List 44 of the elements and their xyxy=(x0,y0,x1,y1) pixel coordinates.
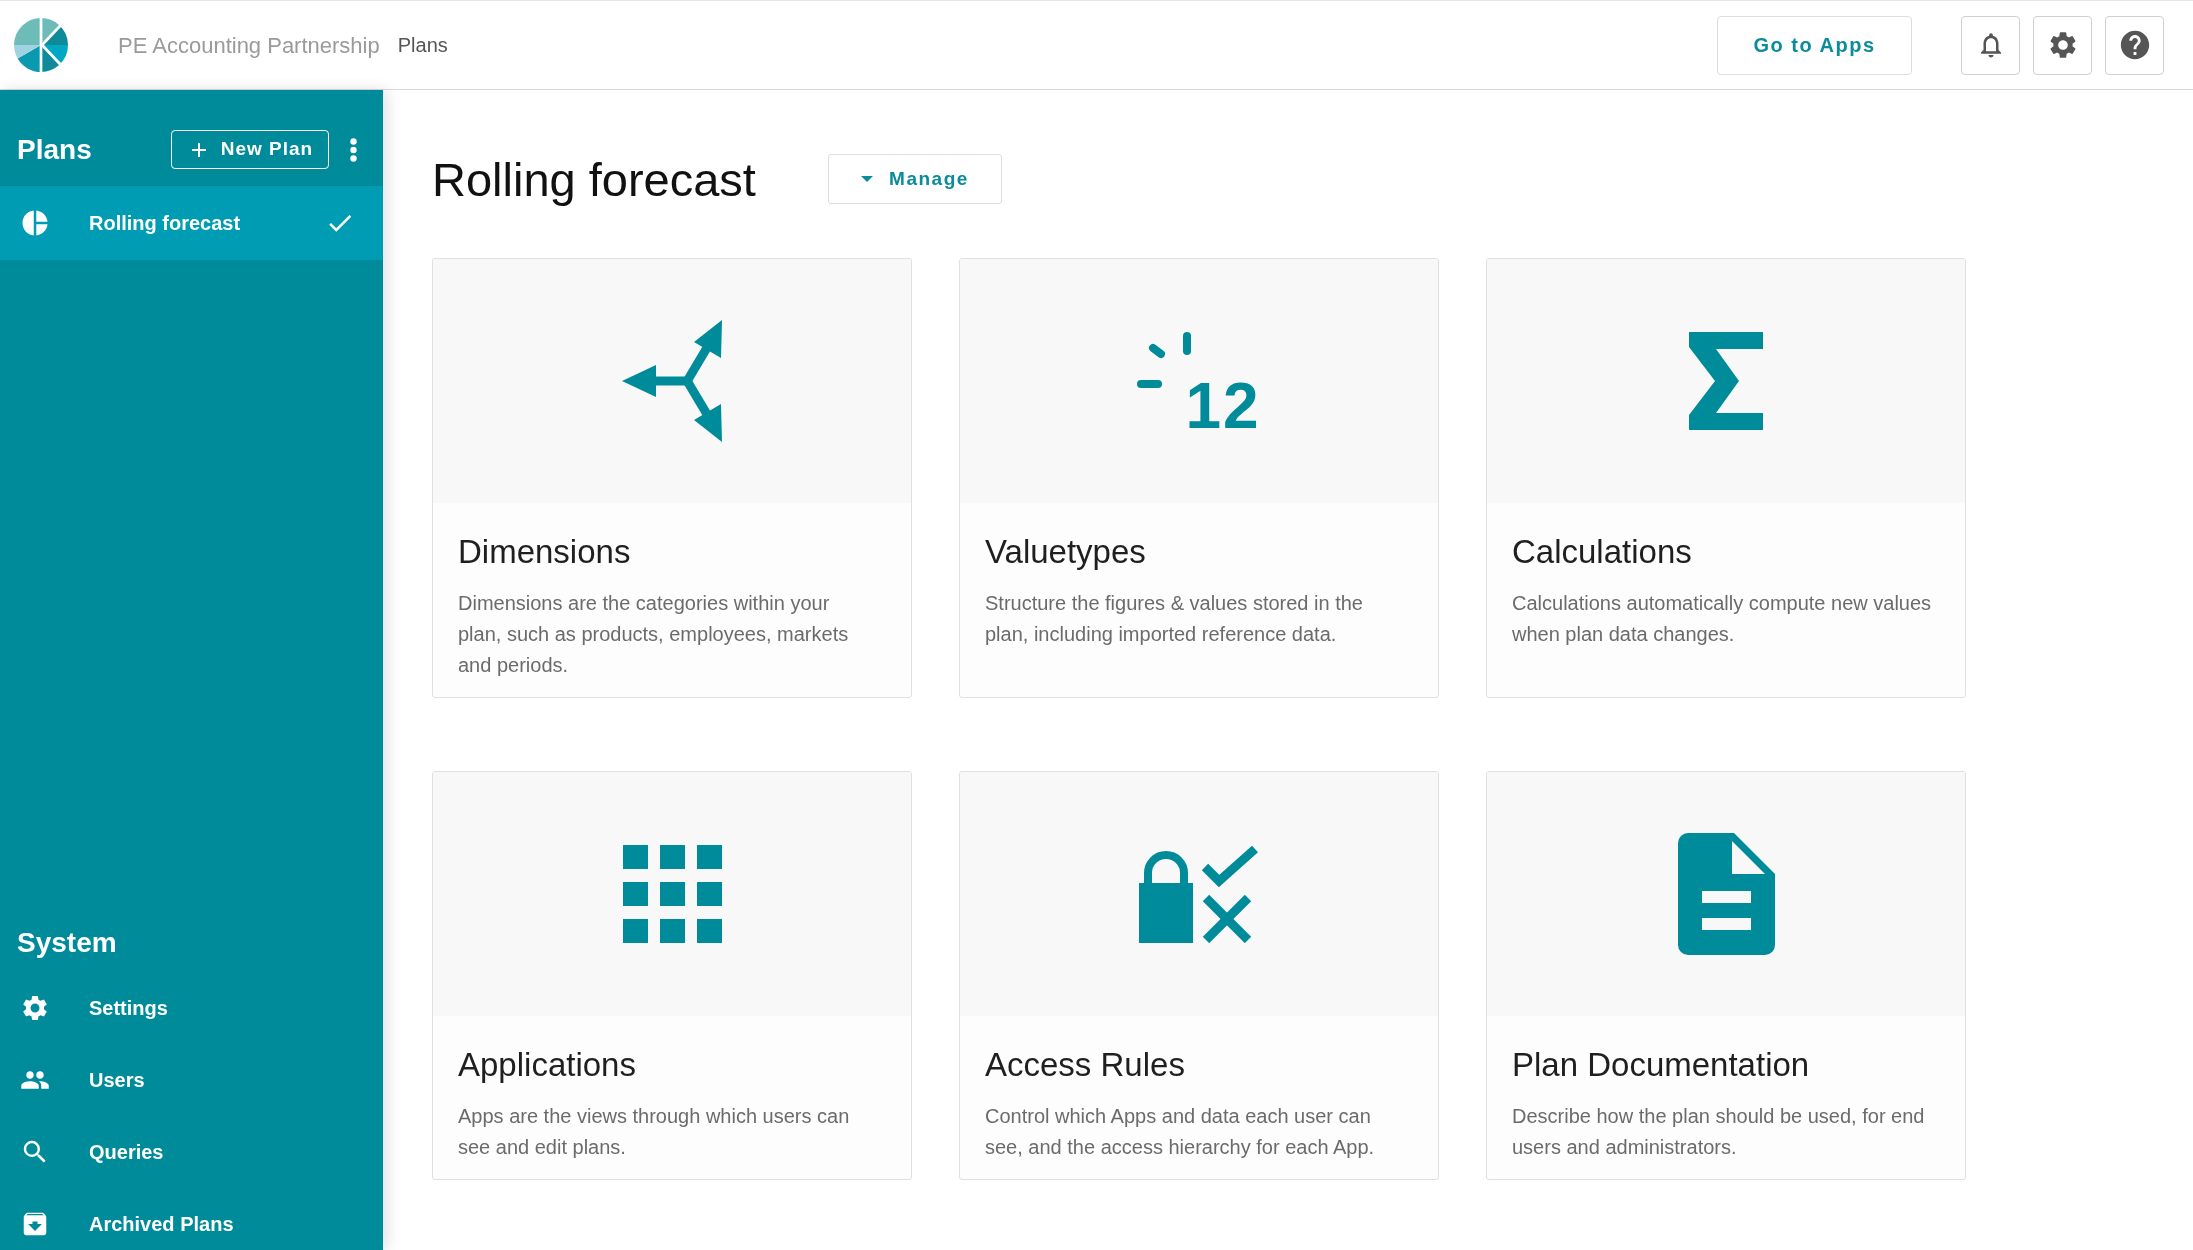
feature-card[interactable]: Applications Apps are the views through which users can see and edit plans. xyxy=(432,771,912,1180)
card-title: Valuetypes xyxy=(985,532,1147,572)
card-description: Structure the figures & values stored in the plan, including imported reference data. xyxy=(985,591,1364,647)
card-title: Calculations xyxy=(1512,532,1693,572)
card-description: Control which Apps and data each user can see, and the access hierarchy for each App. xyxy=(985,1104,1376,1160)
sidebar-nav-item[interactable]: Queries xyxy=(0,1116,383,1188)
card-title: Applications xyxy=(458,1045,637,1085)
sidebar-nav-item[interactable]: Users xyxy=(0,1044,383,1116)
help-button[interactable] xyxy=(2105,15,2164,75)
organization-name: PE Accounting Partnership xyxy=(118,31,380,60)
card-description: Describe how the plan should be used, for end users and administrators. xyxy=(1512,1104,1926,1160)
kebab-menu-icon xyxy=(349,137,357,162)
card-description: Apps are the views through which users can see and edit plans. xyxy=(458,1104,851,1160)
breadcrumb-link[interactable]: Plans xyxy=(397,30,448,60)
card-title: Access Rules xyxy=(985,1045,1186,1085)
sidebar-heading: System xyxy=(17,926,117,960)
grid-icon xyxy=(622,845,722,943)
pie-logo-icon xyxy=(14,18,68,72)
plan-list-item[interactable]: Rolling forecast xyxy=(0,186,383,260)
card-title: Plan Documentation xyxy=(1512,1045,1811,1085)
feature-card[interactable]: Calculations Calculations automatically compute new values when plan data changes. xyxy=(1486,258,1966,698)
feature-card[interactable]: Dimensions Dimensions are the categories within your plan, such as products, employees, markets and periods. xyxy=(432,258,912,698)
lock-check-cross-icon xyxy=(1139,845,1259,943)
sigma-icon xyxy=(1689,332,1763,430)
card-description: Dimensions are the categories within your plan, such as products, employees, markets and periods. xyxy=(458,591,850,678)
settings-button[interactable] xyxy=(2033,15,2092,75)
new-plan-button[interactable]: New Plan xyxy=(171,130,329,169)
card-title: Dimensions xyxy=(458,532,632,572)
three-arrows-icon xyxy=(622,320,722,442)
notifications-button[interactable] xyxy=(1961,15,2020,75)
manage-dropdown-button[interactable]: Manage xyxy=(827,154,1002,204)
sidebar-nav-item[interactable]: Archived Plans xyxy=(0,1188,383,1250)
icon-number: 12 xyxy=(1185,382,1261,430)
pie-chart-icon xyxy=(20,208,50,238)
gear-icon xyxy=(20,993,50,1023)
sidebar-nav-item[interactable]: Settings xyxy=(0,972,383,1044)
feature-card[interactable]: 12 Valuetypes Structure the figures & values stored in the plan, including imported reference data. xyxy=(959,258,1439,698)
go-to-apps-button[interactable]: Go to Apps xyxy=(1717,15,1912,75)
card-description: Calculations automatically compute new values when plan data changes. xyxy=(1512,591,1932,647)
sidebar-heading: Plans xyxy=(17,132,92,167)
feature-card[interactable]: Plan Documentation Describe how the plan should be used, for end users and administrators. xyxy=(1486,771,1966,1180)
caret-icon xyxy=(861,176,874,182)
document-icon xyxy=(1677,833,1775,955)
feature-card[interactable]: Access Rules Control which Apps and data each user can see, and the access hierarchy for each App. xyxy=(959,771,1439,1180)
